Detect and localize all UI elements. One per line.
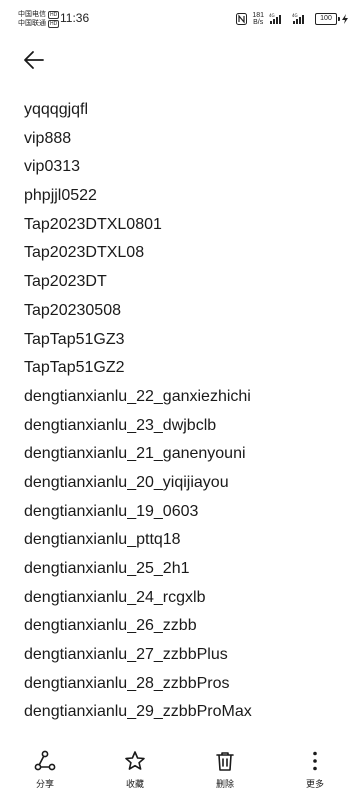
favorite-label: 收藏: [125, 779, 144, 789]
delete-button[interactable]: 删除: [180, 744, 270, 796]
network-speed-unit: B/s: [253, 19, 264, 26]
list-item: dengtianxianlu_22_ganxiezhichi: [24, 387, 251, 405]
list-item: Tap2023DTXL08: [24, 244, 145, 262]
list-item: Tap2023DTXL0801: [24, 215, 162, 233]
list-item: phpjjl0522: [24, 187, 97, 205]
status-bar: 中国电信 HD 中国联通 HD 11:36 181 B/s 4G 4G 100: [0, 0, 360, 40]
svg-text:4G: 4G: [269, 13, 275, 18]
list-item: yqqqgjqfl: [24, 101, 89, 118]
carrier-1: 中国电信: [18, 11, 46, 18]
status-icons: 181 B/s 4G 4G 100: [236, 10, 348, 28]
network-speed-value: 181: [252, 12, 264, 19]
list-item: TapTap51GZ2: [24, 359, 125, 377]
list-item: vip888: [24, 129, 72, 147]
list-item: vip0313: [24, 158, 81, 176]
trash-icon: [216, 752, 234, 771]
back-button[interactable]: [18, 44, 50, 76]
share-button[interactable]: 分享: [0, 744, 90, 796]
list-item: dengtianxianlu_27_zzbbPlus: [24, 646, 228, 664]
list-item: dengtianxianlu_26_zzbb: [24, 617, 197, 635]
more-button[interactable]: 更多: [270, 744, 360, 796]
network-speed: 181 B/s: [252, 12, 264, 26]
signal-icon: 4G: [292, 13, 304, 24]
list-item: dengtianxianlu_28_zzbbPros: [24, 674, 230, 692]
share-icon: [34, 750, 56, 771]
text-list: yqqqgjqfl vip888 vip0313 phpjjl0522 Tap2…: [24, 96, 348, 727]
signal-icon: 4G: [269, 13, 281, 24]
more-label: 更多: [305, 779, 324, 789]
delete-label: 删除: [215, 779, 234, 789]
list-item: Tap2023DT: [24, 273, 107, 291]
list-item: dengtianxianlu_29_zzbbProMax: [24, 703, 252, 721]
star-icon: [125, 751, 145, 770]
favorite-button[interactable]: 收藏: [90, 744, 180, 796]
nfc-icon: [236, 13, 248, 25]
carrier-info: 中国电信 HD 中国联通 HD: [18, 10, 60, 28]
battery-level: 100: [315, 13, 337, 25]
more-vertical-icon: [313, 751, 317, 771]
list-item: dengtianxianlu_21_ganenyouni: [24, 445, 246, 463]
battery-icon: 100: [315, 13, 348, 25]
list-item: dengtianxianlu_24_rcgxlb: [24, 588, 206, 606]
list-item: dengtianxianlu_pttq18: [24, 531, 181, 549]
share-label: 分享: [35, 779, 54, 789]
charging-icon: [342, 14, 348, 24]
hd-badge: HD: [48, 19, 60, 28]
back-arrow-icon: [24, 51, 44, 69]
carrier-2: 中国联通: [18, 20, 46, 27]
list-item: dengtianxianlu_23_dwjbclb: [24, 416, 217, 434]
svg-text:4G: 4G: [292, 13, 298, 18]
hd-badge: HD: [48, 10, 60, 19]
bottom-toolbar: 分享 收藏 删除 更多: [0, 744, 360, 796]
list-item: Tap20230508: [24, 301, 121, 319]
list-item: TapTap51GZ3: [24, 330, 125, 348]
list-item: dengtianxianlu_19_0603: [24, 502, 199, 520]
clock: 11:36: [60, 11, 90, 25]
list-item: dengtianxianlu_25_2h1: [24, 560, 190, 577]
list-item: dengtianxianlu_20_yiqijiayou: [24, 473, 229, 491]
